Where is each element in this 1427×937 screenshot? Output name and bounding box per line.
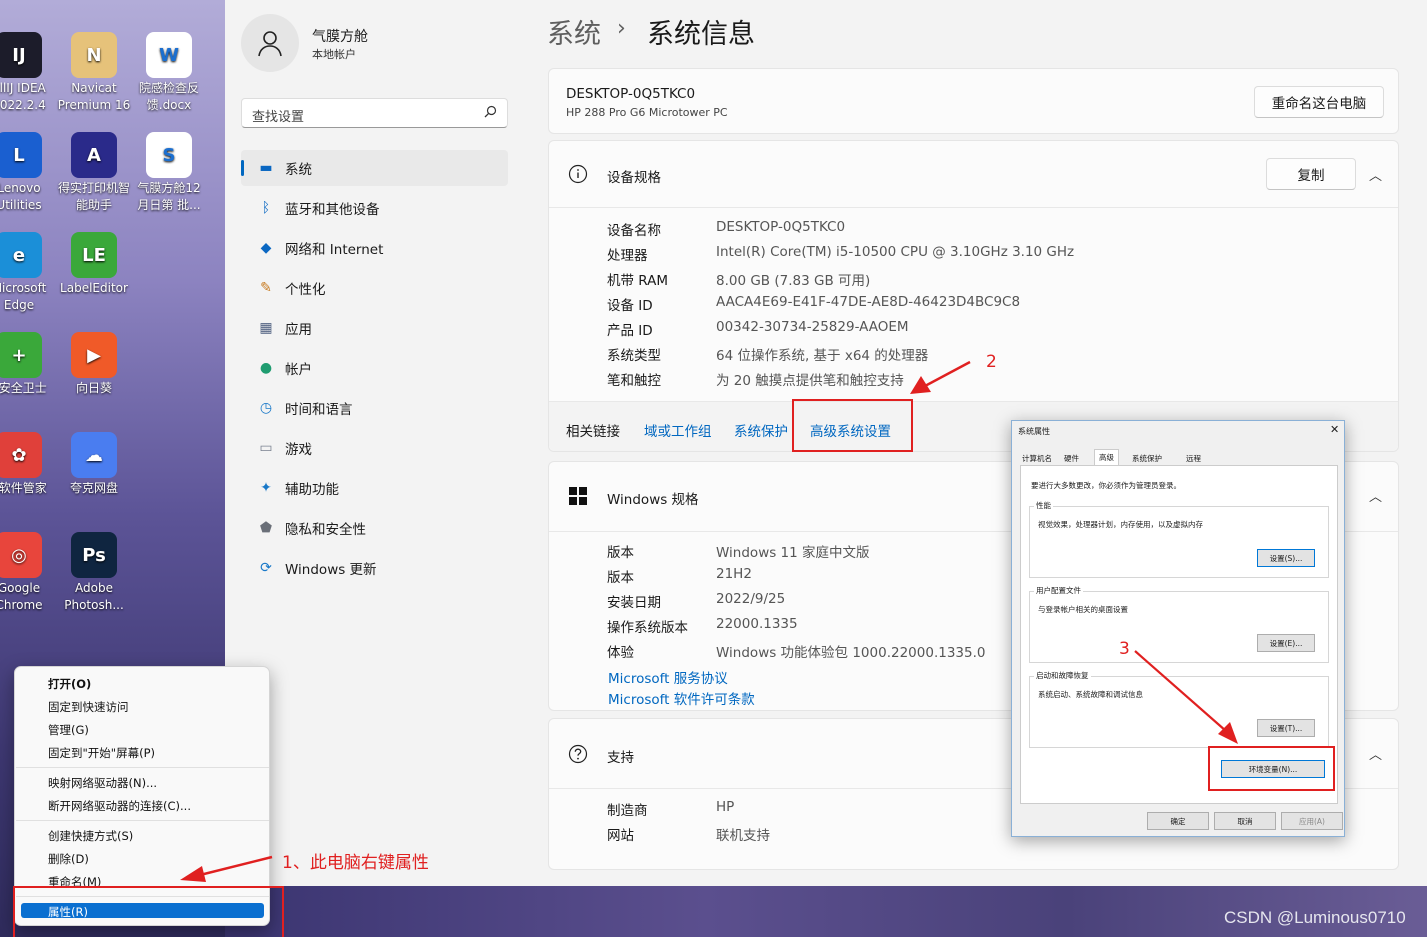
arrow-step1 xyxy=(180,855,273,882)
arrow-step3 xyxy=(1134,650,1238,744)
watermark: CSDN @Luminous0710 xyxy=(1224,908,1406,927)
annotation-step3: 3 xyxy=(1119,639,1130,659)
annotation-step1: 1、此电脑右键属性 xyxy=(282,853,429,873)
annotation-step2: 2 xyxy=(986,352,997,372)
annotation-arrows xyxy=(180,360,1238,882)
arrow-step2 xyxy=(910,360,971,394)
